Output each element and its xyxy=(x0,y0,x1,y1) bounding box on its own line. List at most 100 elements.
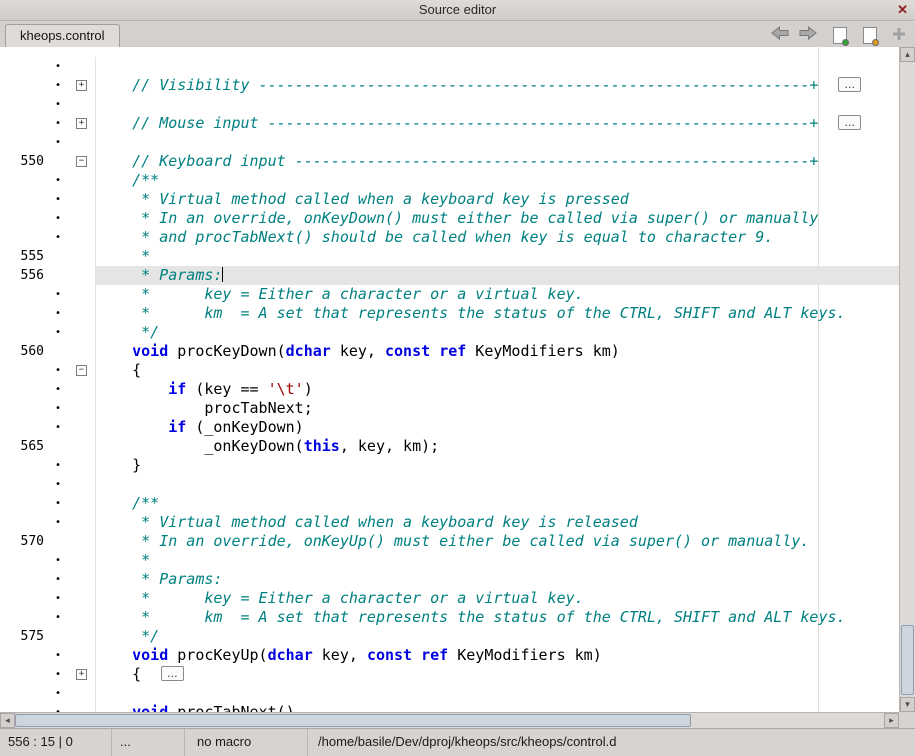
code-line: • void procTabNext() xyxy=(0,703,899,712)
scroll-down-icon[interactable]: ▾ xyxy=(900,697,915,712)
horizontal-scrollbar-thumb[interactable] xyxy=(15,714,691,727)
code-cell[interactable]: if (_onKeyDown) xyxy=(96,418,899,437)
code-cell[interactable]: // Mouse input -------------------------… xyxy=(96,114,899,133)
code-token: * Params: xyxy=(96,266,222,284)
code-cell[interactable]: * In an override, onKeyUp() must either … xyxy=(96,532,899,551)
code-text: * Virtual method called when a keyboard … xyxy=(96,513,899,532)
code-line: • */ xyxy=(0,323,899,342)
code-text: * xyxy=(96,551,899,570)
code-cell[interactable]: * km = A set that represents the status … xyxy=(96,304,899,323)
fold-expand-icon[interactable]: + xyxy=(76,118,87,129)
code-cell[interactable]: _onKeyDown(this, key, km); xyxy=(96,437,899,456)
line-number xyxy=(0,646,46,665)
line-number xyxy=(0,475,46,494)
scroll-left-icon[interactable]: ◂ xyxy=(0,713,15,728)
code-cell[interactable]: procTabNext; xyxy=(96,399,899,418)
code-line: • xyxy=(0,684,899,703)
code-cell[interactable]: * and procTabNext() should be called whe… xyxy=(96,228,899,247)
code-cell[interactable]: void procKeyUp(dchar key, const ref KeyM… xyxy=(96,646,899,665)
code-line: •+ {... xyxy=(0,665,899,684)
fold-gutter xyxy=(70,684,96,703)
code-cell[interactable] xyxy=(96,475,899,494)
code-cell[interactable]: * In an override, onKeyDown() must eithe… xyxy=(96,209,899,228)
fold-gutter xyxy=(70,95,96,114)
vertical-scrollbar-thumb[interactable] xyxy=(901,625,914,695)
line-number xyxy=(0,418,46,437)
fold-gutter xyxy=(70,646,96,665)
code-line: • /** xyxy=(0,494,899,513)
folded-ellipsis[interactable]: ... xyxy=(838,115,861,130)
code-cell[interactable]: } xyxy=(96,456,899,475)
code-cell[interactable]: * Virtual method called when a keyboard … xyxy=(96,190,899,209)
horizontal-scrollbar[interactable]: ◂ ▸ xyxy=(0,712,899,728)
line-dot-marker: • xyxy=(46,456,70,475)
code-cell[interactable]: * km = A set that represents the status … xyxy=(96,608,899,627)
document-green-dot-icon[interactable] xyxy=(833,27,847,44)
code-cell[interactable]: */ xyxy=(96,627,899,646)
code-line: 575 */ xyxy=(0,627,899,646)
title-bar: Source editor ✕ xyxy=(0,0,915,21)
fold-gutter xyxy=(70,437,96,456)
code-cell[interactable]: * xyxy=(96,247,899,266)
code-cell[interactable]: */ xyxy=(96,323,899,342)
folded-ellipsis[interactable]: ... xyxy=(838,77,861,92)
code-token: // Keyboard input ----------------------… xyxy=(96,152,818,170)
forward-arrow-icon[interactable] xyxy=(799,26,817,45)
text-caret xyxy=(222,267,223,282)
fold-expand-icon[interactable]: + xyxy=(76,80,87,91)
code-cell[interactable] xyxy=(96,133,899,152)
code-token: * xyxy=(96,247,150,265)
fold-gutter xyxy=(70,190,96,209)
folded-ellipsis[interactable]: ... xyxy=(161,666,184,681)
line-dot-marker xyxy=(46,266,70,285)
line-dot-marker: • xyxy=(46,171,70,190)
code-line: • * and procTabNext() should be called w… xyxy=(0,228,899,247)
vertical-scrollbar[interactable]: ▴ ▾ xyxy=(899,47,915,712)
code-cell[interactable]: {... xyxy=(96,665,899,684)
code-cell[interactable] xyxy=(96,57,899,76)
code-line: • * xyxy=(0,551,899,570)
code-cell[interactable]: * Params: xyxy=(96,266,899,285)
code-cell[interactable]: // Visibility --------------------------… xyxy=(96,76,899,95)
code-cell[interactable]: /** xyxy=(96,171,899,190)
code-cell[interactable]: /** xyxy=(96,494,899,513)
back-arrow-icon[interactable] xyxy=(771,26,789,45)
code-text: * key = Either a character or a virtual … xyxy=(96,589,899,608)
tab-kheops-control[interactable]: kheops.control xyxy=(5,24,120,47)
line-dot-marker: • xyxy=(46,285,70,304)
fold-gutter xyxy=(70,380,96,399)
code-token xyxy=(96,342,132,360)
document-amber-dot-icon[interactable] xyxy=(863,27,877,44)
fold-gutter xyxy=(70,209,96,228)
fold-collapse-icon[interactable]: − xyxy=(76,365,87,376)
fold-expand-icon[interactable]: + xyxy=(76,669,87,680)
code-cell[interactable]: * Virtual method called when a keyboard … xyxy=(96,513,899,532)
code-cell[interactable]: { xyxy=(96,361,899,380)
code-token: , key, km); xyxy=(340,437,439,455)
scroll-right-icon[interactable]: ▸ xyxy=(884,713,899,728)
code-cell[interactable]: * Params: xyxy=(96,570,899,589)
code-token xyxy=(412,646,421,664)
code-token: { xyxy=(96,665,141,683)
fold-collapse-icon[interactable]: − xyxy=(76,156,87,167)
code-cell[interactable]: if (key == '\t') xyxy=(96,380,899,399)
code-cell[interactable]: * key = Either a character or a virtual … xyxy=(96,285,899,304)
scroll-up-icon[interactable]: ▴ xyxy=(900,47,915,62)
line-number xyxy=(0,665,46,684)
code-cell[interactable] xyxy=(96,95,899,114)
close-icon[interactable]: ✕ xyxy=(897,0,908,20)
code-cell[interactable]: * xyxy=(96,551,899,570)
code-cell[interactable] xyxy=(96,684,899,703)
plus-icon[interactable] xyxy=(893,27,905,45)
code-token: * xyxy=(96,551,150,569)
code-cell[interactable]: * key = Either a character or a virtual … xyxy=(96,589,899,608)
code-cell[interactable]: void procKeyDown(dchar key, const ref Ke… xyxy=(96,342,899,361)
code-cell[interactable]: void procTabNext() xyxy=(96,703,899,712)
code-line: •+ // Mouse input ----------------------… xyxy=(0,114,899,133)
status-panel-2: ... xyxy=(112,729,185,756)
code-editor[interactable]: • • + // Visibility ----------------------… xyxy=(0,47,899,712)
code-token: * and procTabNext() should be called whe… xyxy=(96,228,773,246)
code-text: * km = A set that represents the status … xyxy=(96,304,899,323)
fold-gutter xyxy=(70,247,96,266)
code-cell[interactable]: // Keyboard input ----------------------… xyxy=(96,152,899,171)
